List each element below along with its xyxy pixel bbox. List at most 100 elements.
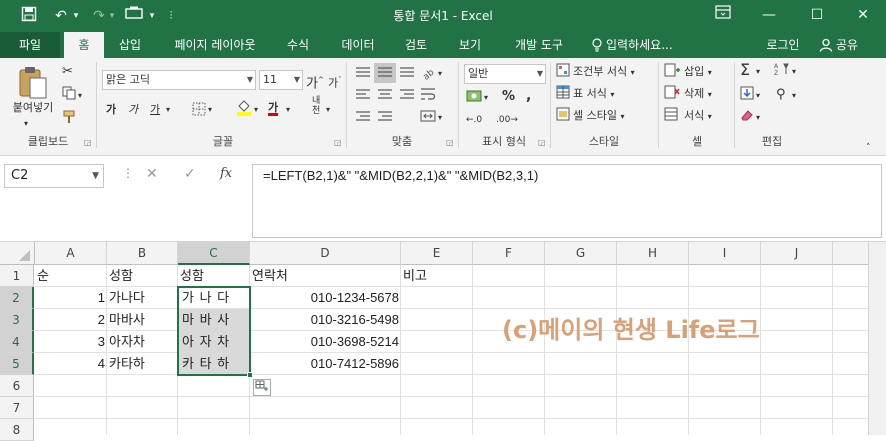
cell-styles-button[interactable]: 셀 스타일 ▾: [573, 106, 625, 126]
cell-e1[interactable]: 비고: [401, 265, 429, 287]
decrease-font-icon[interactable]: 가ˇ: [328, 70, 342, 90]
delete-cells-button[interactable]: 삭제 ▾: [684, 84, 712, 104]
row-header-2[interactable]: 2: [0, 287, 34, 309]
phonetic-guide-icon[interactable]: 내천: [312, 96, 320, 116]
ribbon-display-icon[interactable]: [700, 0, 746, 32]
autosum-dropdown-icon[interactable]: ▾: [756, 62, 760, 82]
tab-review[interactable]: 검토: [396, 32, 436, 58]
wrap-text-icon[interactable]: [420, 86, 436, 106]
cell-b5[interactable]: 카타하: [107, 353, 147, 375]
cell-styles-icon[interactable]: [556, 107, 570, 127]
column-header-g[interactable]: G: [545, 242, 617, 265]
increase-decimal-icon[interactable]: ←.0: [466, 110, 482, 130]
cell-b1[interactable]: 성함: [107, 265, 135, 287]
cell-c1[interactable]: 성함: [178, 265, 206, 287]
tab-data[interactable]: 데이터: [332, 32, 384, 58]
cell-a3[interactable]: 2: [35, 309, 107, 331]
fill-dropdown-icon[interactable]: ▾: [756, 86, 760, 106]
insert-cells-icon[interactable]: [664, 63, 680, 83]
cell-c3[interactable]: 마 바 사: [180, 309, 232, 331]
paste-dropdown-icon[interactable]: ▾: [24, 114, 28, 134]
cut-icon[interactable]: ✂: [62, 62, 78, 82]
tab-formulas[interactable]: 수식: [278, 32, 318, 58]
maximize-button[interactable]: ☐: [794, 0, 840, 32]
fill-handle[interactable]: [247, 372, 253, 378]
share-user-icon[interactable]: [816, 32, 836, 58]
format-cells-button[interactable]: 서식 ▾: [684, 106, 712, 126]
phonetic-dropdown-icon[interactable]: ▾: [326, 100, 330, 120]
row-header-6[interactable]: 6: [0, 375, 34, 397]
autosum-icon[interactable]: Σ: [740, 60, 750, 80]
quick-analysis-icon[interactable]: [253, 379, 271, 396]
accounting-format-icon[interactable]: [466, 88, 482, 108]
delete-cells-icon[interactable]: [664, 85, 680, 105]
close-button[interactable]: ✕: [840, 0, 886, 32]
formula-input[interactable]: =LEFT(B2,1)&" "&MID(B2,2,1)&" "&MID(B2,3…: [252, 164, 882, 238]
column-header-j[interactable]: J: [761, 242, 833, 265]
row-header-3[interactable]: 3: [0, 309, 34, 331]
conditional-format-button[interactable]: 조건부 서식 ▾: [573, 62, 635, 82]
find-select-dropdown-icon[interactable]: ▾: [792, 86, 796, 106]
format-as-table-button[interactable]: 표 서식 ▾: [573, 84, 614, 104]
underline-dropdown-icon[interactable]: ▾: [166, 100, 170, 120]
clear-dropdown-icon[interactable]: ▾: [756, 108, 760, 128]
cell-b2[interactable]: 가나다: [107, 287, 147, 309]
orientation-icon[interactable]: ab: [420, 64, 436, 84]
column-header-d[interactable]: D: [250, 242, 401, 265]
sort-filter-dropdown-icon[interactable]: ▾: [792, 62, 796, 82]
tab-insert[interactable]: 삽입: [110, 32, 150, 58]
column-header-f[interactable]: F: [473, 242, 545, 265]
underline-button[interactable]: 가: [150, 100, 160, 120]
chevron-down-icon[interactable]: ▼: [92, 165, 99, 187]
find-select-icon[interactable]: ⚲: [776, 85, 786, 105]
column-header-k[interactable]: [833, 242, 868, 265]
merge-dropdown-icon[interactable]: ▾: [438, 108, 442, 128]
vertical-scrollbar[interactable]: [868, 242, 886, 435]
percent-style-icon[interactable]: %: [502, 87, 515, 107]
copy-icon[interactable]: [62, 86, 78, 106]
column-header-a[interactable]: A: [35, 242, 107, 265]
insert-cells-button[interactable]: 삽입 ▾: [684, 62, 712, 82]
decrease-decimal-icon[interactable]: .00→: [496, 110, 518, 130]
comma-style-icon[interactable]: ,: [526, 86, 531, 106]
cell-d3[interactable]: 010-3216-5498: [250, 309, 401, 331]
cell-b4[interactable]: 아자차: [107, 331, 147, 353]
clipboard-launcher-icon[interactable]: ◲: [84, 138, 92, 147]
minimize-button[interactable]: —: [746, 0, 792, 32]
italic-button[interactable]: 가: [128, 100, 138, 120]
insert-function-button[interactable]: fx: [220, 166, 232, 181]
row-header-7[interactable]: 7: [0, 397, 34, 419]
cell-d1[interactable]: 연락처: [250, 265, 290, 287]
borders-dropdown-icon[interactable]: ▾: [208, 100, 212, 120]
tab-page-layout[interactable]: 페이지 레이아웃: [162, 32, 268, 58]
merge-center-icon[interactable]: [420, 108, 436, 128]
cell-c4[interactable]: 아 자 차: [180, 331, 232, 353]
column-header-c[interactable]: C: [178, 242, 250, 265]
increase-font-icon[interactable]: 가^: [306, 70, 324, 91]
row-header-8[interactable]: 8: [0, 419, 34, 441]
column-header-e[interactable]: E: [401, 242, 473, 265]
font-launcher-icon[interactable]: ◲: [334, 138, 342, 147]
cell-a1[interactable]: 순: [35, 265, 51, 287]
cell-a5[interactable]: 4: [35, 353, 107, 375]
cell-b3[interactable]: 마바사: [107, 309, 147, 331]
copy-dropdown-icon[interactable]: ▾: [78, 86, 82, 106]
format-as-table-icon[interactable]: [556, 85, 570, 105]
paste-icon[interactable]: [16, 66, 50, 102]
bold-button[interactable]: 가: [106, 100, 116, 120]
cell-d5[interactable]: 010-7412-5896: [250, 353, 401, 375]
sort-filter-icon[interactable]: AZ: [774, 62, 790, 82]
formula-bar-options-icon[interactable]: ⋮: [122, 166, 134, 180]
font-color-dropdown-icon[interactable]: ▾: [286, 100, 290, 120]
name-box[interactable]: C2 ▼: [4, 164, 104, 188]
tell-me-input[interactable]: 입력하세요...: [606, 32, 686, 58]
tab-view[interactable]: 보기: [448, 32, 492, 58]
column-header-h[interactable]: H: [617, 242, 689, 265]
enter-icon[interactable]: ✓: [184, 166, 196, 182]
cell-a4[interactable]: 3: [35, 331, 107, 353]
cancel-icon[interactable]: ✕: [146, 166, 158, 182]
fill-icon[interactable]: [740, 86, 754, 106]
number-format-combo[interactable]: 일반 ▼: [464, 64, 546, 84]
conditional-format-icon[interactable]: [556, 63, 570, 83]
paste-button[interactable]: 붙여넣기: [8, 98, 58, 118]
